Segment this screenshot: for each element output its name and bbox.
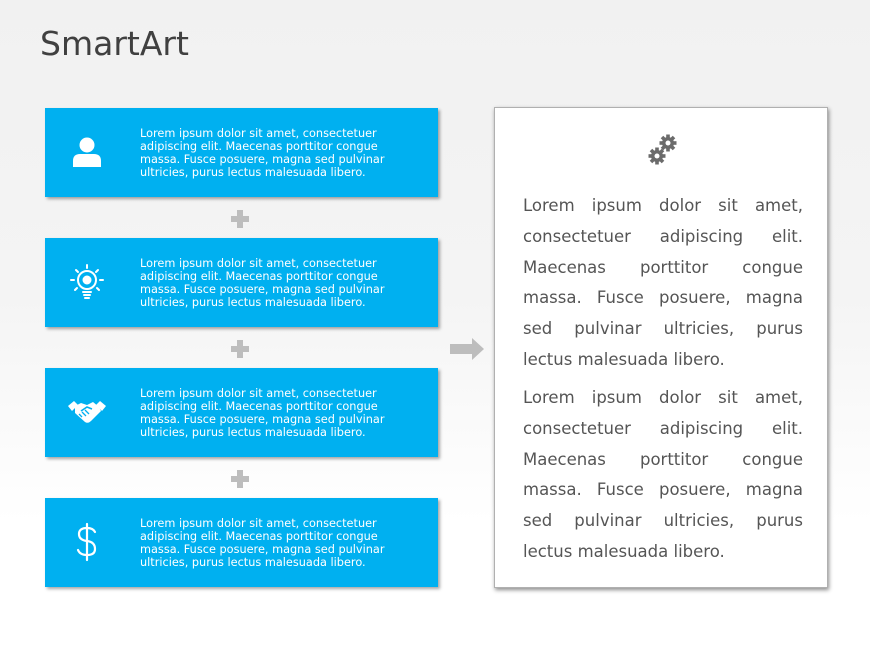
step-box-1: Lorem ipsum dolor sit amet, consectetuer… — [45, 108, 438, 197]
step-text: Lorem ipsum dolor sit amet, consectetuer… — [140, 517, 385, 569]
lightbulb-icon — [67, 260, 107, 304]
user-icon — [67, 130, 107, 174]
step-text: Lorem ipsum dolor sit amet, consectetuer… — [140, 387, 385, 439]
result-paragraph-1: Lorem ipsum dolor sit amet, consectetuer… — [523, 196, 803, 369]
step-text: Lorem ipsum dolor sit amet, consectetuer… — [140, 257, 385, 309]
result-paragraph-2: Lorem ipsum dolor sit amet, consectetuer… — [523, 388, 803, 561]
gears-icon — [648, 134, 677, 165]
result-panel: Lorem ipsum dolor sit amet, consectetuer… — [494, 107, 828, 588]
plus-icon — [231, 470, 249, 488]
step-box-4: Lorem ipsum dolor sit amet, consectetuer… — [45, 498, 438, 587]
step-text: Lorem ipsum dolor sit amet, consectetuer… — [140, 127, 385, 179]
arrow-right-icon — [450, 338, 484, 360]
handshake-icon — [67, 390, 107, 434]
plus-icon — [231, 210, 249, 228]
dollar-icon — [67, 520, 107, 564]
step-box-3: Lorem ipsum dolor sit amet, consectetuer… — [45, 368, 438, 457]
step-box-2: Lorem ipsum dolor sit amet, consectetuer… — [45, 238, 438, 327]
slide-title: SmartArt — [40, 24, 189, 63]
plus-icon — [231, 340, 249, 358]
